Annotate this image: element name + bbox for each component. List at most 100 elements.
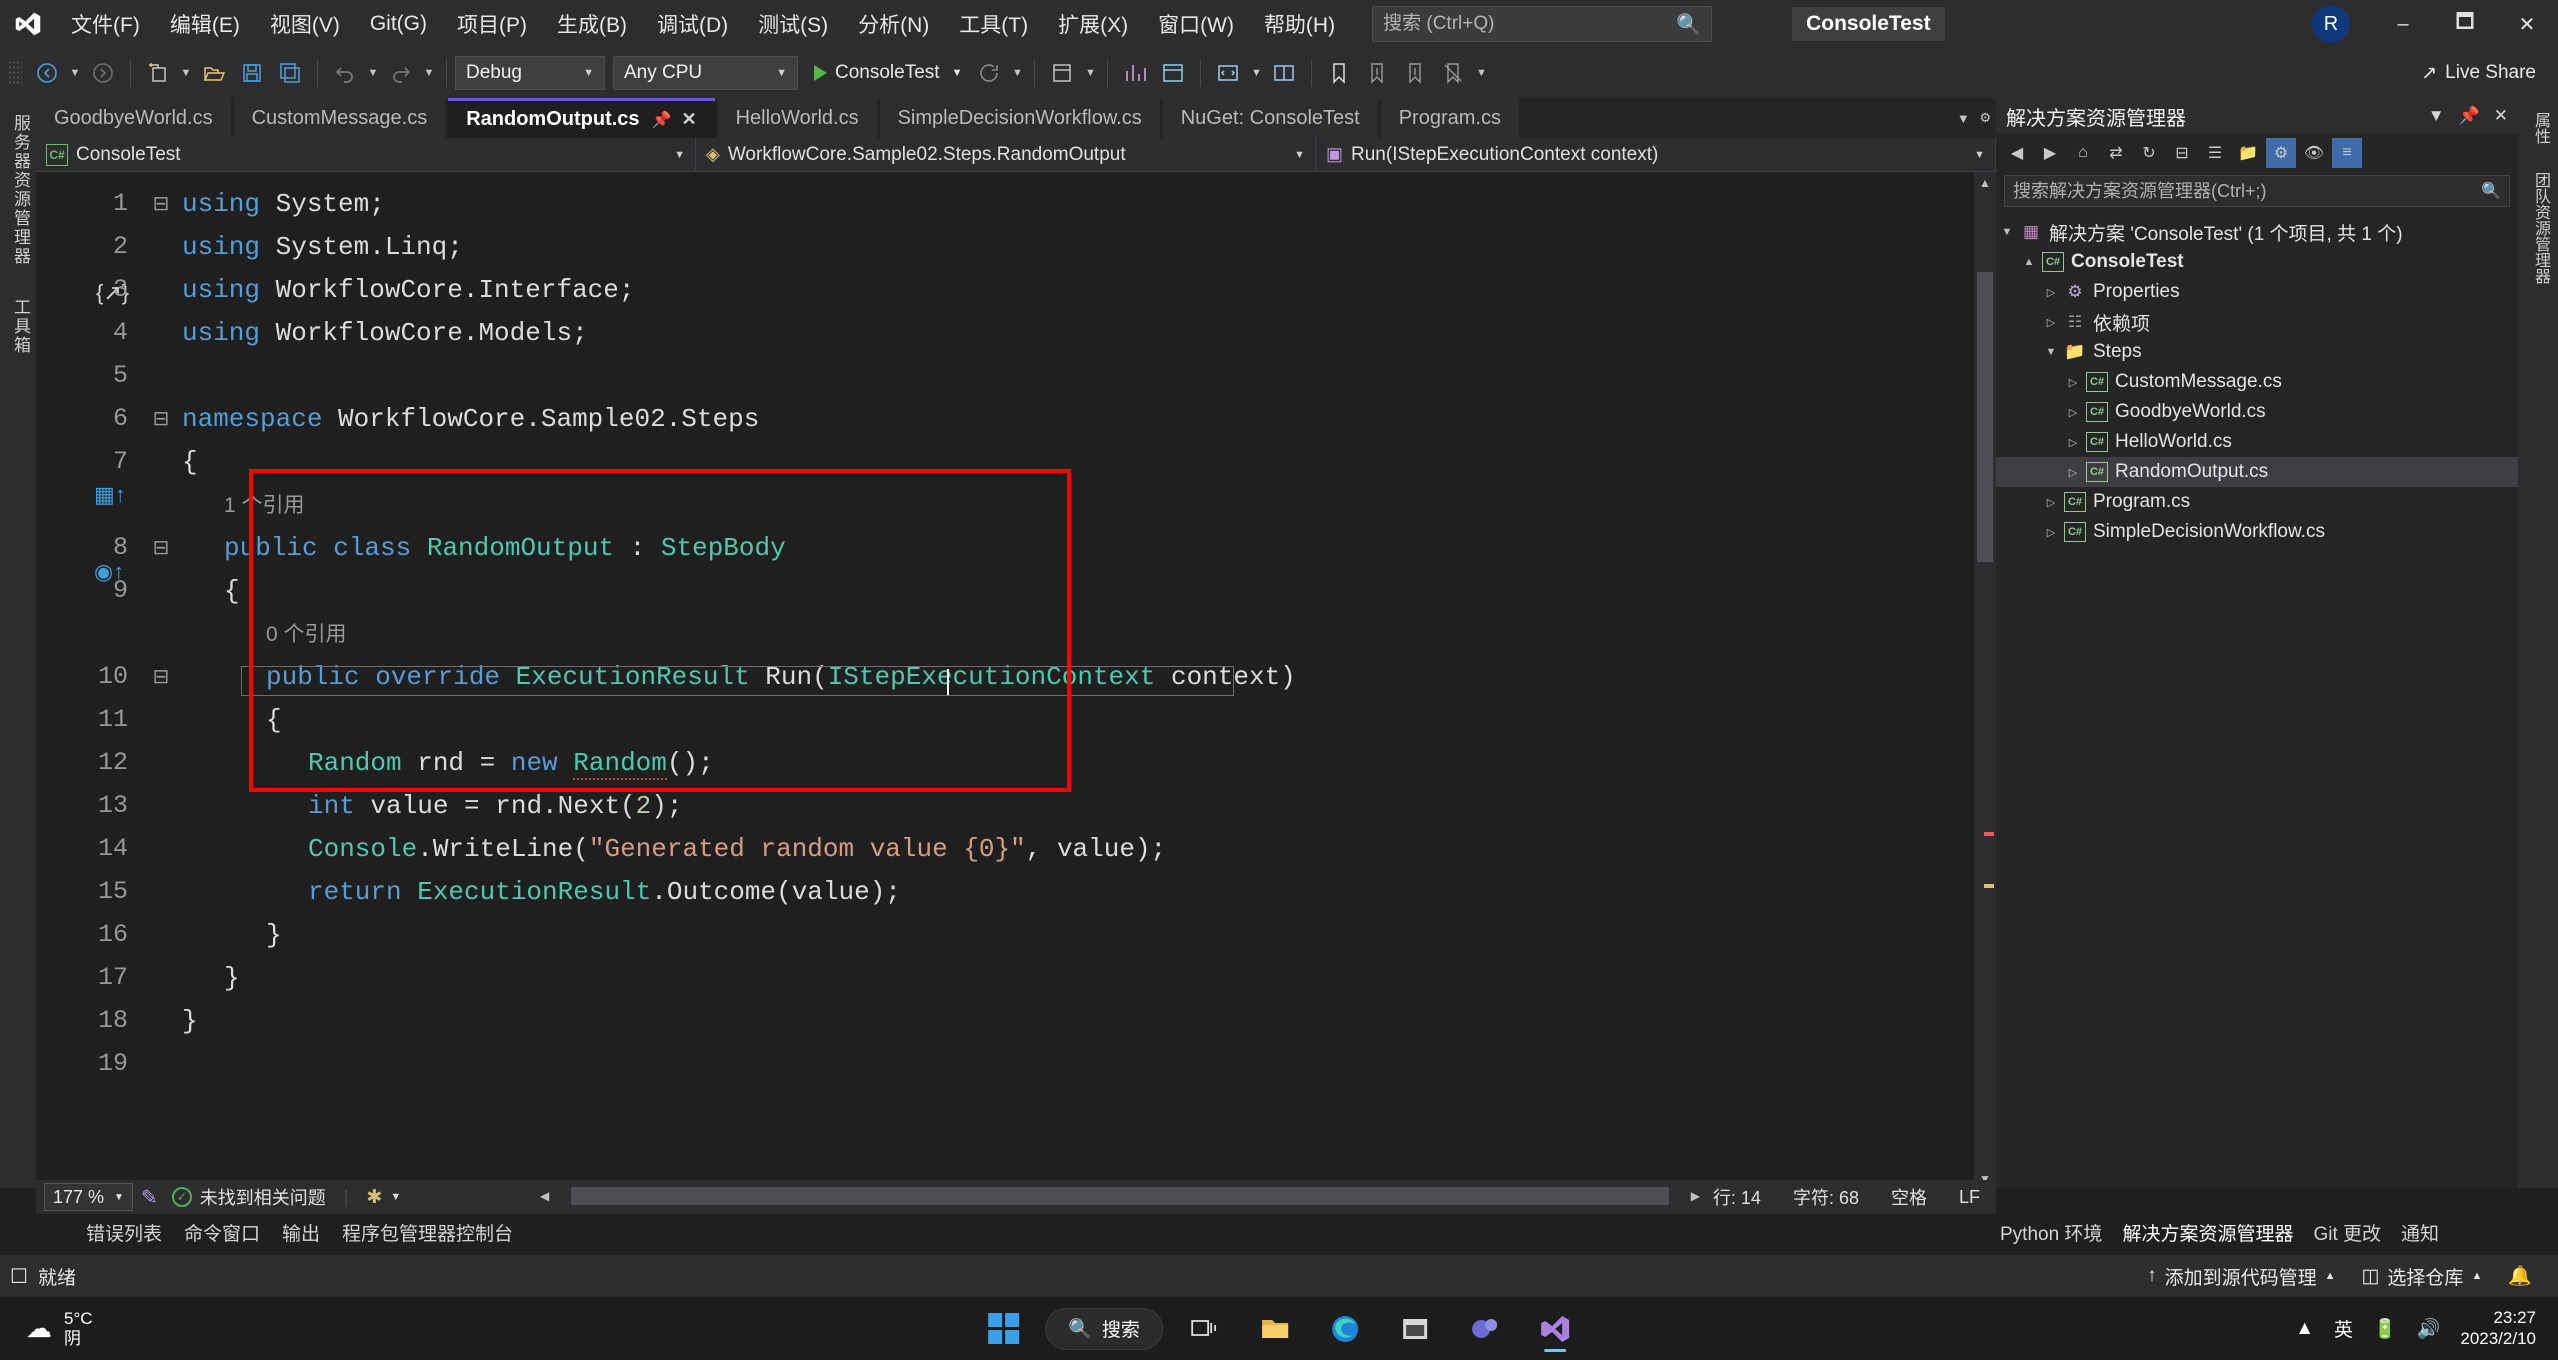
redo-icon[interactable] [382,54,420,92]
menu-window[interactable]: 窗口(W) [1143,0,1249,48]
code-line[interactable]: 2using System.Linq; [36,225,1996,268]
menu-project[interactable]: 项目(P) [442,0,542,48]
navbar-member-selector[interactable]: ▣ Run(IStepExecutionContext context) ▼ [1316,138,1996,171]
tree-node[interactable]: ▷C#CustomMessage.cs [1996,367,2518,397]
menu-analyze[interactable]: 分析(N) [843,0,944,48]
tree-node[interactable]: ▼▦解决方案 'ConsoleTest' (1 个项目, 共 1 个) [1996,217,2518,247]
tab-custommessage[interactable]: CustomMessage.cs [234,98,446,138]
code-line[interactable]: 9{ [36,569,1996,612]
panel-tab-command-window[interactable]: 命令窗口 [184,1219,260,1246]
code-line[interactable]: 16} [36,913,1996,956]
code-line[interactable]: 13int value = rnd.Next(2); [36,784,1996,827]
minimize-icon[interactable]: – [2372,0,2434,48]
select-repository-button[interactable]: ◫ 选择仓库 ▲ [2361,1263,2482,1290]
menu-tools[interactable]: 工具(T) [944,0,1043,48]
quick-search-input[interactable] [1383,13,1701,35]
task-view-icon[interactable] [1177,1304,1233,1354]
team-explorer-tab[interactable]: 团队资源管理器 [2518,158,2558,298]
navigate-back-dropdown-icon[interactable]: ▼ [66,54,84,92]
chevron-down-icon[interactable]: ▼ [2428,106,2445,126]
windows-start-icon[interactable] [975,1304,1031,1354]
menu-extensions[interactable]: 扩展(X) [1043,0,1143,48]
pin-icon[interactable]: 📌 [2459,106,2480,126]
pending-changes-icon[interactable]: ≡ [2332,138,2362,168]
tab-program[interactable]: Program.cs [1381,98,1519,138]
solution-configuration-combo[interactable]: Debug ▼ [455,56,605,90]
fold-toggle-icon[interactable]: ⊟ [146,664,176,690]
chart-icon[interactable] [1116,54,1154,92]
close-icon[interactable]: ✕ [2494,106,2508,126]
code-line[interactable]: 15return ExecutionResult.Outcome(value); [36,870,1996,913]
save-all-icon[interactable] [271,54,309,92]
selection-icon[interactable] [1043,54,1081,92]
tree-node[interactable]: ▷☷依赖项 [1996,307,2518,337]
code-line[interactable]: 14Console.WriteLine("Generated random va… [36,827,1996,870]
show-hidden-icons-icon[interactable]: ▲ [2295,1318,2314,1340]
tab-helloworld[interactable]: HelloWorld.cs [718,98,877,138]
scroll-up-icon[interactable]: ▲ [1974,172,1996,194]
tree-expander-icon[interactable]: ▷ [2040,526,2062,539]
window-icon[interactable] [1154,54,1192,92]
tree-expander-icon[interactable]: ▷ [2040,316,2062,329]
code-line[interactable]: 0 个引用 [36,612,1996,655]
ime-indicator[interactable]: 英 [2334,1315,2353,1342]
redo-dropdown-icon[interactable]: ▼ [420,54,438,92]
tree-expander-icon[interactable]: ▲ [2018,256,2040,268]
code-line[interactable]: 11{ [36,698,1996,741]
code-line[interactable]: 12Random rnd = new Random(); [36,741,1996,784]
server-explorer-tab[interactable]: 服务器资源管理器 [0,98,41,282]
toolbox-tab[interactable]: 工具箱 [0,282,41,371]
tree-node[interactable]: ▷C#Program.cs [1996,487,2518,517]
navigate-forward-icon[interactable] [84,54,122,92]
refresh-icon[interactable]: ↻ [2134,138,2164,168]
close-icon[interactable]: ✕ [2496,0,2558,48]
tree-expander-icon[interactable]: ▷ [2040,496,2062,509]
forward-icon[interactable]: ▶ [2035,138,2065,168]
tree-expander-icon[interactable]: ▷ [2062,436,2084,449]
panel-tab-package-manager-console[interactable]: 程序包管理器控制台 [342,1219,513,1246]
hscroll-thumb[interactable] [571,1187,1669,1205]
tree-expander-icon[interactable]: ▼ [2040,346,2062,358]
tab-randomoutput[interactable]: RandomOutput.cs 📌 ✕ [448,98,714,138]
tree-expander-icon[interactable]: ▷ [2062,466,2084,479]
fold-toggle-icon[interactable]: ⊟ [146,191,176,217]
collapse-all-icon[interactable]: ⊟ [2167,138,2197,168]
quick-search-box[interactable]: 🔍 [1372,6,1712,42]
tab-nuget-consoletest[interactable]: NuGet: ConsoleTest [1163,98,1378,138]
line-ending-indicator[interactable]: LF [1943,1187,1996,1208]
new-project-dropdown-icon[interactable]: ▼ [177,54,195,92]
properties-tab[interactable]: 属性 [2518,98,2558,158]
taskbar-search-box[interactable]: 🔍 搜索 [1045,1308,1163,1350]
tab-goodbyeworld[interactable]: GoodbyeWorld.cs [36,98,231,138]
pin-icon[interactable]: 📌 [652,110,672,130]
code-dropdown-icon[interactable]: ▼ [1247,54,1265,92]
split-icon[interactable] [1265,54,1303,92]
panel-tab-output[interactable]: 输出 [282,1219,320,1246]
code-cleanup-icon[interactable]: ✱ [366,1186,382,1209]
tree-expander-icon[interactable]: ▷ [2062,376,2084,389]
code-line[interactable]: 1⊟using System; [36,182,1996,225]
properties-icon[interactable]: ⚙ [2266,138,2296,168]
code-icon[interactable] [1209,54,1247,92]
code-line[interactable]: 3using WorkflowCore.Interface; [36,268,1996,311]
undo-dropdown-icon[interactable]: ▼ [364,54,382,92]
menu-debug[interactable]: 调试(D) [642,0,743,48]
bottom-tab-solution-explorer[interactable]: 解决方案资源管理器 [2122,1219,2293,1246]
bookmarks-dropdown-icon[interactable]: ▼ [1472,54,1490,92]
scrollbar-thumb[interactable] [1977,272,1993,562]
code-line[interactable]: 19 [36,1042,1996,1085]
clear-bookmarks-icon[interactable] [1434,54,1472,92]
tree-node[interactable]: ▲C#ConsoleTest [1996,247,2518,277]
bottom-tab-python-env[interactable]: Python 环境 [2000,1219,2102,1246]
start-debug-button[interactable]: ConsoleTest ▼ [806,54,970,92]
hot-reload-dropdown-icon[interactable]: ▼ [1008,54,1026,92]
new-folder-icon[interactable]: 📁 [2233,138,2263,168]
selection-dropdown-icon[interactable]: ▼ [1081,54,1099,92]
code-line[interactable]: 6⊟namespace WorkflowCore.Sample02.Steps [36,397,1996,440]
chevron-down-icon[interactable]: ▼ [952,67,963,79]
close-tab-icon[interactable]: ✕ [681,109,696,130]
toolbar-grip[interactable] [8,60,22,86]
file-explorer-icon[interactable] [1247,1304,1303,1354]
scroll-left-icon[interactable]: ◀ [540,1189,549,1203]
code-line[interactable]: 4using WorkflowCore.Models; [36,311,1996,354]
